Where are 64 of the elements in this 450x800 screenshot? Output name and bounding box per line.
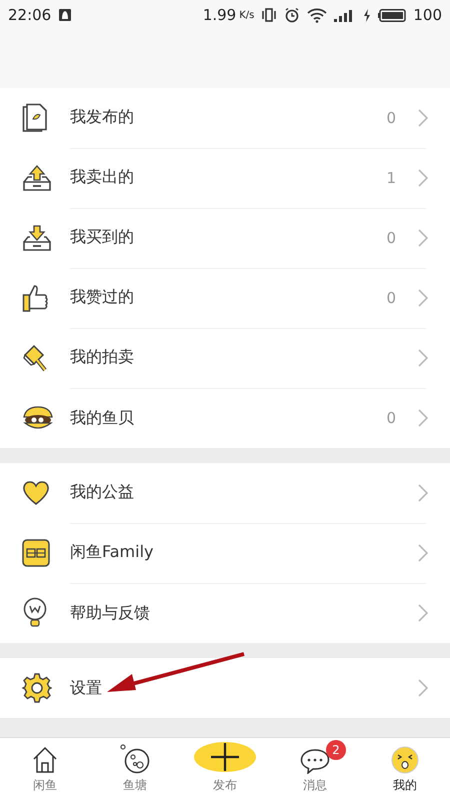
vibrate-icon bbox=[261, 8, 278, 22]
upload-tray-icon bbox=[22, 165, 52, 191]
menu-label: 我的鱼贝 bbox=[70, 408, 135, 428]
menu-item[interactable]: 我卖出的 1 bbox=[0, 148, 450, 208]
menu-label: 我卖出的 bbox=[70, 167, 135, 188]
menu-label: 我买到的 bbox=[70, 227, 135, 248]
menu-label: 我发布的 bbox=[70, 107, 135, 128]
wifi-icon bbox=[307, 8, 328, 22]
download-tray-icon bbox=[22, 225, 52, 251]
battery-level: 100 bbox=[413, 6, 442, 24]
chevron-right-icon bbox=[418, 409, 428, 427]
clock-time: 22:06 bbox=[8, 6, 52, 24]
network-speed: 1.99 bbox=[202, 6, 236, 24]
pond-icon bbox=[120, 744, 150, 774]
item-count: 0 bbox=[386, 108, 396, 126]
menu-item[interactable]: 我的公益 bbox=[0, 463, 450, 523]
menu-item[interactable]: 我的鱼贝 0 bbox=[0, 388, 450, 448]
item-count: 0 bbox=[386, 409, 396, 427]
chevron-right-icon bbox=[418, 288, 428, 306]
menu-item[interactable]: 我的拍卖 bbox=[0, 328, 450, 388]
notification-icon bbox=[58, 8, 72, 22]
menu-label: 设置 bbox=[70, 678, 103, 698]
menu-label: 帮助与反馈 bbox=[70, 602, 151, 624]
plus-icon bbox=[210, 742, 240, 772]
menu-label: 闲鱼Family bbox=[70, 542, 154, 563]
speed-unit: K/s bbox=[239, 10, 254, 20]
chevron-right-icon bbox=[418, 168, 428, 186]
chevron-right-icon bbox=[418, 228, 428, 246]
thumbs-up-icon bbox=[22, 283, 50, 313]
unread-badge: 2 bbox=[326, 740, 346, 760]
chevron-right-icon bbox=[418, 348, 428, 366]
item-count: 1 bbox=[386, 168, 396, 186]
gear-icon bbox=[22, 673, 52, 703]
menu-item[interactable]: 我赞过的 0 bbox=[0, 268, 450, 328]
item-count: 0 bbox=[386, 228, 396, 246]
chevron-right-icon bbox=[418, 679, 428, 697]
menu-label: 我赞过的 bbox=[70, 287, 135, 308]
tab-bar-item[interactable]: 发布 bbox=[180, 738, 270, 800]
family-badge-icon bbox=[22, 539, 50, 567]
tab-bar-item[interactable]: 闲鱼 bbox=[0, 738, 90, 800]
menu-item[interactable]: 我发布的 0 bbox=[0, 88, 450, 148]
home-icon bbox=[31, 746, 59, 774]
menu-label: 我的拍卖 bbox=[70, 347, 135, 368]
item-count: 0 bbox=[386, 288, 396, 306]
lightbulb-icon bbox=[22, 597, 48, 629]
document-icon bbox=[22, 103, 48, 133]
tab-bar-item[interactable]: 我的 bbox=[360, 738, 450, 800]
menu-item[interactable]: 我买到的 0 bbox=[0, 208, 450, 268]
battery-icon bbox=[378, 8, 406, 22]
menu-item[interactable]: 帮助与反馈 bbox=[0, 583, 450, 643]
menu-label: 我的公益 bbox=[70, 482, 135, 503]
tab-bar-item[interactable]: 鱼塘 bbox=[90, 738, 180, 800]
chevron-right-icon bbox=[418, 604, 428, 622]
shell-icon bbox=[22, 405, 54, 431]
chevron-right-icon bbox=[418, 108, 428, 126]
tab-bar-item[interactable]: 2 消息 bbox=[270, 738, 360, 800]
chevron-right-icon bbox=[418, 544, 428, 562]
charging-icon bbox=[363, 8, 372, 22]
smiley-icon bbox=[391, 746, 419, 774]
heart-icon bbox=[22, 480, 50, 506]
chat-icon bbox=[300, 748, 330, 774]
menu-item[interactable]: 闲鱼Family bbox=[0, 523, 450, 583]
alarm-icon bbox=[284, 7, 300, 23]
chevron-right-icon bbox=[418, 484, 428, 502]
